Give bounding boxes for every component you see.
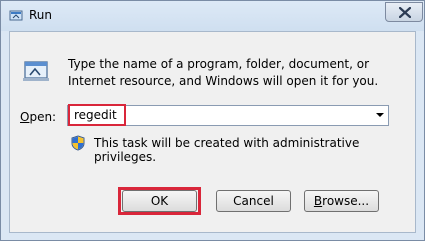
open-label-text: pen: — [29, 110, 57, 124]
close-icon — [399, 7, 411, 18]
dialog-button-bar: OK Cancel Browse... — [10, 180, 415, 232]
uac-shield-icon — [71, 135, 85, 151]
run-window-icon — [9, 10, 23, 21]
window-title: Run — [29, 8, 53, 22]
run-program-icon — [23, 61, 49, 81]
title-bar[interactable]: Run — [1, 1, 424, 31]
close-button[interactable] — [385, 2, 423, 22]
open-combobox[interactable]: regedit — [67, 104, 389, 126]
dialog-body: Type the name of a program, folder, docu… — [9, 31, 416, 233]
browse-label: rowse... — [322, 194, 370, 208]
browse-button[interactable]: Browse... — [304, 190, 379, 212]
input-highlight-box — [68, 104, 126, 126]
dialog-description: Type the name of a program, folder, docu… — [68, 57, 379, 88]
ok-button[interactable]: OK — [122, 190, 197, 212]
browse-accelerator: B — [313, 194, 323, 208]
chevron-down-icon[interactable] — [376, 113, 384, 117]
cancel-button[interactable]: Cancel — [216, 190, 291, 212]
open-label: Open: — [20, 110, 56, 124]
run-dialog-window: Run Type the name of a program, folder, … — [0, 0, 425, 241]
admin-privileges-notice: This task will be created with administr… — [94, 136, 360, 164]
